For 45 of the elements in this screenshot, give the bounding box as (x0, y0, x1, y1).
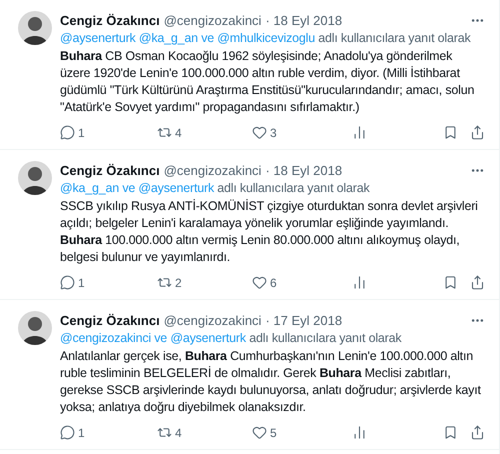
share-button[interactable] (470, 425, 485, 440)
share-button[interactable] (470, 125, 485, 140)
tweet-date[interactable]: · 18 Eyl 2018 (265, 162, 342, 178)
author-handle[interactable]: @cengizozakinci (164, 12, 262, 28)
like-button[interactable]: 3 (252, 125, 352, 140)
bookmark-button[interactable] (443, 425, 458, 440)
tweet-text: Buhara CB Osman Kocaoğlu 1962 söyleşisinde; Anadolu'ya gönderilmek üzere 1920'de Lenin'e 100.000.000 altın ruble verdim, diyor. (Milli İstihbarat güdümlü "Türk Kültürünü Araştırma Enstitüsü"kurucularındandır; amacı, solun "Atatürk'e Sovyet yardımı" propagandasını sıfırlamaktır.) (60, 48, 476, 116)
retweet-button[interactable]: 4 (157, 125, 252, 140)
tweet-text: SSCB yıkılıp Rusya ANTİ-KOMÜNİST çizgiye oturduktan sonra devlet arşivleri açıldı; belgeler Lenin'i karalamaya yönelik yorumlar eşliğinde yayımlandı. Buhara 100.000.000 altın vermiş Lenin 80.000.000 altını alıkoymuş olaydı, belgesi bulunur ve yayımlanırdı. (60, 198, 479, 266)
author-name[interactable]: Cengiz Özakıncı (60, 12, 160, 28)
author-handle[interactable]: @cengizozakinci (164, 312, 262, 328)
repeat-arrows-icon (157, 125, 172, 140)
like-button[interactable]: 5 (252, 425, 352, 440)
avatar[interactable] (18, 311, 52, 345)
heart-icon (252, 275, 267, 290)
reply-button[interactable]: 1 (60, 425, 157, 440)
bookmark-button[interactable] (443, 125, 458, 140)
tweet-date[interactable]: · 18 Eyl 2018 (265, 12, 342, 28)
author-name[interactable]: Cengiz Özakıncı (60, 312, 160, 328)
reply-button[interactable]: 1 (60, 275, 157, 290)
speech-bubble-icon (60, 275, 75, 290)
speech-bubble-icon (60, 425, 75, 440)
share-button[interactable] (470, 275, 485, 290)
views-button[interactable] (352, 125, 367, 140)
tweet-date[interactable]: · 17 Eyl 2018 (265, 312, 342, 328)
reply-context: @ka_g_an ve @aysenerturk adlı kullanıcılara yanıt olarak (60, 180, 371, 197)
retweet-button[interactable]: 2 (157, 275, 252, 290)
author-name[interactable]: Cengiz Özakıncı (60, 162, 160, 178)
reply-button[interactable]: 1 (60, 125, 157, 140)
repeat-arrows-icon (157, 425, 172, 440)
like-button[interactable]: 6 (252, 275, 352, 290)
repeat-arrows-icon (157, 275, 172, 290)
views-button[interactable] (352, 275, 367, 290)
views-button[interactable] (352, 425, 367, 440)
retweet-button[interactable]: 4 (157, 425, 252, 440)
heart-icon (252, 425, 267, 440)
heart-icon (252, 125, 267, 140)
avatar[interactable] (18, 161, 52, 195)
reply-context: @aysenerturk @ka_g_an ve @mhulkicevizoglu adlı kullanıcılara yanıt olarak (60, 30, 472, 47)
tweet-text: Anlatılanlar gerçek ise, Buhara Cumhurbaşkanı'nın Lenin'e 100.000.000 altın ruble tesliminin BELGELERİ de olmalıdır. Gerek Buhara Meclisi zabıtları, gerekse SSCB arşivlerinde kaydı bulunuyorsa, anlatı doğrudur; arşivlerde kayıt yoksa; anlatıya doğru diyebilmek olanaksızdır. (60, 348, 482, 416)
reply-context: @cengizozakinci ve @aysenerturk adlı kullanıcılara yanıt olarak (60, 330, 402, 347)
avatar[interactable] (18, 11, 52, 45)
author-handle[interactable]: @cengizozakinci (164, 162, 262, 178)
bookmark-button[interactable] (443, 275, 458, 290)
speech-bubble-icon (60, 125, 75, 140)
